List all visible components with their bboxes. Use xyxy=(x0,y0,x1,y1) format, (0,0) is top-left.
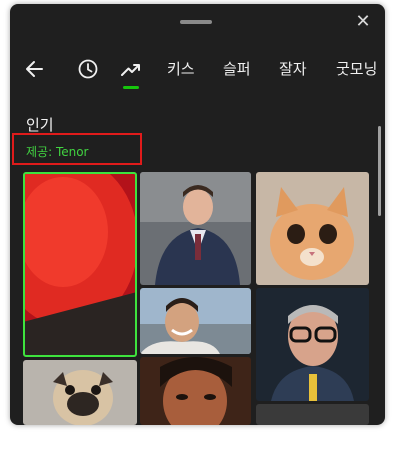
scrollbar[interactable] xyxy=(378,126,381,216)
gif-man-face[interactable] xyxy=(140,357,251,425)
section-title: 인기 xyxy=(26,116,54,134)
tab-goodnight[interactable]: 잘자 xyxy=(279,58,307,79)
gif-picker-panel: ✕ 키스 슬퍼 잘자 굿모닝 인기 제공: Tenor xyxy=(10,4,385,425)
gif-red-abstract[interactable] xyxy=(23,172,137,357)
arrow-left-icon xyxy=(26,61,43,77)
active-tab-indicator xyxy=(123,86,139,89)
close-button[interactable]: ✕ xyxy=(353,12,373,32)
gif-man-glasses[interactable] xyxy=(256,288,369,401)
provider-highlight: 제공: Tenor xyxy=(12,133,142,165)
category-nav: 키스 슬퍼 잘자 굿모닝 xyxy=(10,52,385,90)
tab-kiss[interactable]: 키스 xyxy=(167,58,195,79)
clock-icon xyxy=(78,59,98,79)
close-icon: ✕ xyxy=(355,11,371,32)
gif-smiling-man[interactable] xyxy=(140,288,251,354)
gif-pug[interactable] xyxy=(23,360,137,425)
tab-sad[interactable]: 슬퍼 xyxy=(223,58,251,79)
gif-partial-tile[interactable] xyxy=(256,404,369,425)
trending-up-icon xyxy=(121,64,140,76)
drag-handle[interactable] xyxy=(180,20,212,24)
provider-label: 제공: Tenor xyxy=(26,145,89,159)
back-button[interactable] xyxy=(22,56,48,82)
gif-kitten[interactable] xyxy=(256,172,369,285)
recent-tab[interactable] xyxy=(75,56,101,82)
trending-tab[interactable] xyxy=(118,56,144,82)
gif-man-in-suit[interactable] xyxy=(140,172,251,285)
tab-good-morning[interactable]: 굿모닝 xyxy=(336,58,377,79)
